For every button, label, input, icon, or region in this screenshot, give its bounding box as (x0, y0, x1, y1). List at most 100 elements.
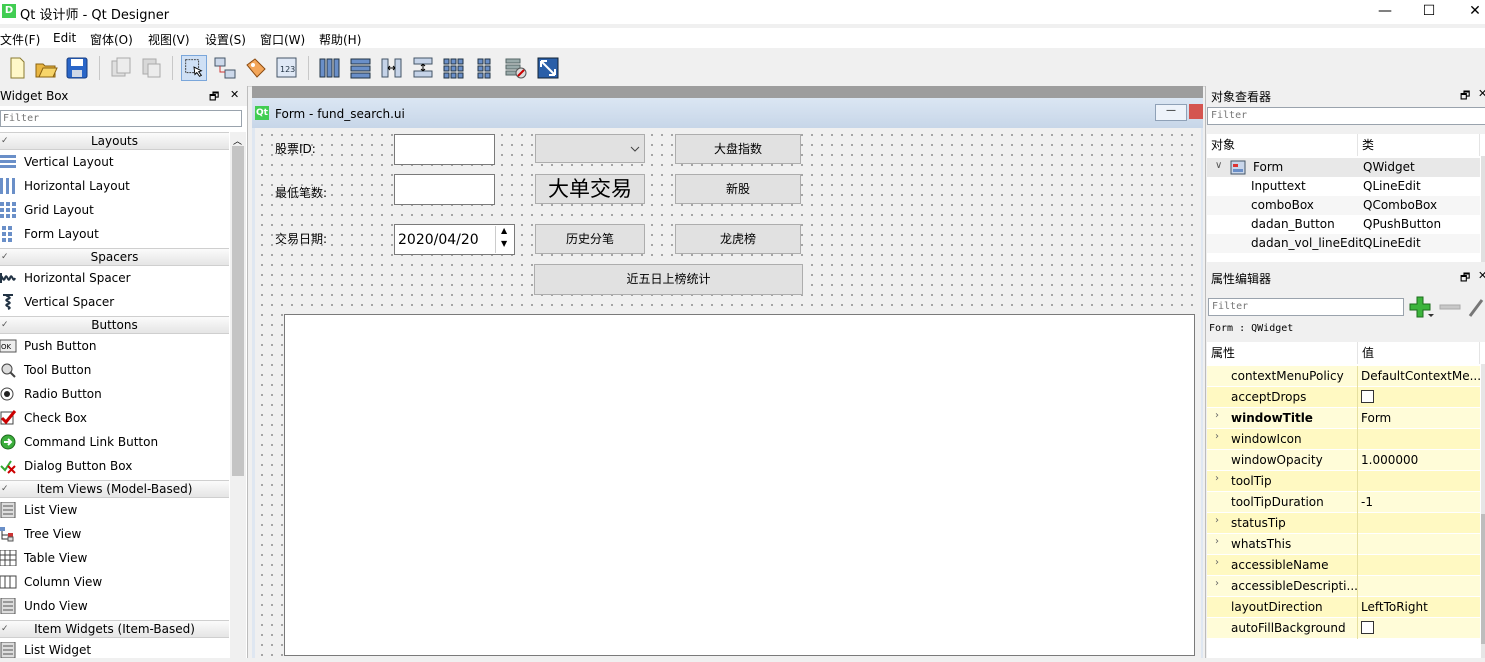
property-value[interactable]: LeftToRight (1361, 600, 1428, 614)
open-folder-icon[interactable] (33, 55, 59, 81)
save-icon[interactable] (64, 55, 90, 81)
menu-settings[interactable]: 设置(S) (205, 31, 246, 48)
category-spacers[interactable]: ✓ Spacers (0, 248, 229, 266)
tree-row[interactable]: dadan_vol_lineEdit QLineEdit (1207, 234, 1480, 253)
result-text-area[interactable] (284, 314, 1195, 656)
vertical-splitter-icon[interactable] (410, 55, 436, 81)
property-value[interactable]: DefaultContextMe... (1361, 369, 1481, 383)
widget-column-view[interactable]: Column View (0, 570, 229, 594)
close-panel-icon[interactable]: ✕ (230, 88, 239, 101)
object-tree[interactable]: 对象 类 ∨ Form QWidget Inputtext QLineEdit … (1207, 134, 1485, 262)
widget-list-view[interactable]: List View (0, 498, 229, 522)
category-layouts[interactable]: ✓ Layouts (0, 132, 229, 150)
widget-tool-button[interactable]: Tool Button (0, 358, 229, 382)
widget-command-link-button[interactable]: Command Link Button (0, 430, 229, 454)
chevron-right-icon[interactable]: › (1215, 536, 1219, 547)
lay-out-vertically-icon[interactable] (348, 55, 374, 81)
spin-up-icon[interactable]: ▲ (501, 226, 507, 235)
menu-help[interactable]: 帮助(H) (319, 31, 361, 48)
new-file-icon[interactable] (4, 55, 30, 81)
widget-check-box[interactable]: Check Box (0, 406, 229, 430)
lay-out-horizontally-icon[interactable] (317, 55, 343, 81)
widget-vertical-spacer[interactable]: Vertical Spacer (0, 290, 229, 314)
widget-form-layout[interactable]: Form Layout (0, 222, 229, 246)
property-row-window-icon[interactable]: › windowIcon (1207, 429, 1480, 450)
widget-vertical-layout[interactable]: Vertical Layout (0, 150, 229, 174)
float-panel-icon[interactable]: 🗗 (209, 88, 219, 107)
close-button[interactable]: ✕ (1452, 0, 1485, 24)
history-tick-button[interactable]: 历史分笔 (535, 224, 645, 254)
float-panel-icon[interactable]: 🗗 (1460, 87, 1470, 106)
property-value[interactable]: 1.000000 (1361, 453, 1418, 467)
object-tree-scrollbar[interactable] (1481, 156, 1485, 262)
form-minimize-button[interactable]: — (1155, 104, 1187, 121)
tree-row[interactable]: comboBox QComboBox (1207, 196, 1480, 215)
five-day-stats-button[interactable]: 近五日上榜统计 (534, 264, 803, 295)
widget-radio-button[interactable]: Radio Button (0, 382, 229, 406)
dapan-index-button[interactable]: 大盘指数 (675, 134, 801, 164)
auto-fill-background-checkbox[interactable] (1361, 621, 1374, 637)
form-canvas[interactable]: 股票ID: 大盘指数 最低笔数: 大单交易 新股 交易日期: 2020/04/2… (255, 128, 1201, 658)
widget-push-button[interactable]: OK Push Button (0, 334, 229, 358)
property-row-status-tip[interactable]: › statusTip (1207, 513, 1480, 534)
property-row-tooltip-duration[interactable]: toolTipDuration -1 (1207, 492, 1480, 513)
category-item-views[interactable]: ✓ Item Views (Model-Based) (0, 480, 229, 498)
chevron-right-icon[interactable]: › (1215, 410, 1219, 421)
tree-row[interactable]: dadan_Button QPushButton (1207, 215, 1480, 234)
edit-tab-order-icon[interactable]: 123 (274, 55, 300, 81)
configure-wrench-icon[interactable] (1468, 296, 1485, 318)
chevron-right-icon[interactable]: › (1215, 578, 1219, 589)
widget-undo-view[interactable]: Undo View (0, 594, 229, 618)
widget-grid-layout[interactable]: Grid Layout (0, 198, 229, 222)
maximize-button[interactable]: ☐ (1406, 0, 1452, 24)
widget-list-widget[interactable]: List Widget (0, 638, 229, 662)
category-buttons[interactable]: ✓ Buttons (0, 316, 229, 334)
property-row-tooltip[interactable]: › toolTip (1207, 471, 1480, 492)
adjust-size-icon[interactable] (535, 55, 561, 81)
property-value[interactable]: -1 (1361, 495, 1373, 509)
scrollbar-thumb[interactable] (232, 146, 244, 476)
menu-window[interactable]: 窗口(W) (260, 31, 305, 48)
property-row-window-opacity[interactable]: windowOpacity 1.000000 (1207, 450, 1480, 471)
menu-form[interactable]: 窗体(O) (90, 31, 133, 48)
property-row-layout-direction[interactable]: layoutDirection LeftToRight (1207, 597, 1480, 618)
stock-combobox[interactable] (535, 134, 645, 163)
form-title-bar[interactable]: Qt Form - fund_search.ui — (252, 98, 1203, 128)
property-table[interactable]: 属性 值 contextMenuPolicy DefaultContextMe..… (1207, 342, 1485, 658)
property-row-accept-drops[interactable]: acceptDrops (1207, 387, 1480, 408)
copy-icon[interactable] (108, 55, 134, 81)
widget-table-view[interactable]: Table View (0, 546, 229, 570)
tree-row[interactable]: ∨ Form QWidget (1207, 158, 1480, 177)
chevron-down-icon[interactable]: ∨ (1215, 160, 1222, 171)
accept-drops-checkbox[interactable] (1361, 390, 1374, 406)
widget-horizontal-layout[interactable]: Horizontal Layout (0, 174, 229, 198)
float-panel-icon[interactable]: 🗗 (1460, 269, 1470, 288)
property-value[interactable]: Form (1361, 411, 1391, 425)
close-panel-icon[interactable]: ✕ (1478, 269, 1485, 282)
horizontal-splitter-icon[interactable] (379, 55, 405, 81)
property-row-auto-fill-background[interactable]: autoFillBackground (1207, 618, 1480, 639)
remove-property-icon[interactable] (1438, 300, 1462, 314)
column-header-class[interactable]: 类 (1358, 134, 1480, 156)
property-row-accessible-description[interactable]: › accessibleDescripti... (1207, 576, 1480, 597)
dadan-trade-button[interactable]: 大单交易 (535, 174, 645, 204)
chevron-right-icon[interactable]: › (1215, 431, 1219, 442)
column-header-property[interactable]: 属性 (1207, 342, 1358, 364)
close-panel-icon[interactable]: ✕ (1478, 87, 1485, 100)
break-layout-icon[interactable] (503, 55, 529, 81)
property-row-context-menu-policy[interactable]: contextMenuPolicy DefaultContextMe... (1207, 366, 1481, 387)
widget-filter-input[interactable] (0, 110, 242, 127)
scrollbar-thumb[interactable] (1481, 514, 1485, 644)
add-dynamic-property-icon[interactable] (1408, 295, 1434, 319)
category-item-widgets[interactable]: ✓ Item Widgets (Item-Based) (0, 620, 229, 638)
widget-tree-view[interactable]: Tree View (0, 522, 229, 546)
new-stock-button[interactable]: 新股 (675, 174, 801, 204)
menu-edit[interactable]: Edit (53, 31, 76, 45)
column-header-object[interactable]: 对象 (1207, 134, 1358, 156)
grid-layout-icon[interactable] (441, 55, 467, 81)
stock-id-input[interactable] (394, 134, 495, 165)
spin-down-icon[interactable]: ▼ (501, 239, 507, 248)
column-header-value[interactable]: 值 (1358, 342, 1480, 364)
minimize-button[interactable]: — (1362, 0, 1408, 24)
property-filter-input[interactable]: Filter (1208, 298, 1404, 316)
